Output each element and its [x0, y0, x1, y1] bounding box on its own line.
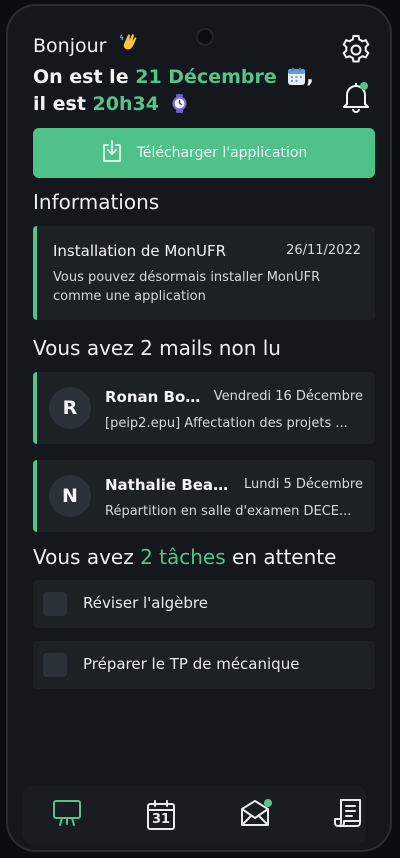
mail-item[interactable]: N Nathalie Beat... Lundi 5 Décembre Répa…: [33, 460, 375, 532]
board-icon: [51, 798, 83, 832]
tasks-title-prefix: Vous avez: [33, 545, 134, 569]
tasks-count: 2 tâches: [140, 545, 226, 569]
mail-date: Lundi 5 Décembre: [243, 477, 363, 492]
mail-sender: Nathalie Beat...: [105, 476, 233, 494]
mail-notification-dot: [264, 799, 272, 807]
task-label: Réviser l'algèbre: [83, 594, 208, 612]
headline-prefix: On est le: [33, 66, 129, 88]
download-app-button[interactable]: Télécharger l'application: [33, 128, 375, 178]
notifications-button[interactable]: [338, 80, 374, 116]
info-card-date: 26/11/2022: [286, 243, 361, 258]
waving-hand-icon: [119, 34, 139, 57]
task-item[interactable]: Préparer le TP de mécanique: [33, 641, 375, 689]
side-button: [390, 164, 392, 234]
nav-item-mail[interactable]: [238, 798, 272, 832]
watch-emoji-icon: [170, 94, 189, 113]
download-icon: [101, 139, 137, 167]
headline-mid: il est: [33, 93, 86, 115]
tasks-title: Vous avez 2 tâches en attente: [33, 545, 336, 569]
info-card-body: Vous pouvez désormais installer MonUFR c…: [53, 270, 321, 304]
info-card-title: Installation de MonUFR: [53, 242, 227, 260]
front-camera: [196, 28, 214, 46]
calendar-icon: 31: [145, 799, 177, 831]
mails-title: Vous avez 2 mails non lu: [33, 336, 281, 360]
mail-item[interactable]: R Ronan Bo... Vendredi 16 Décembre [peip…: [33, 372, 375, 444]
current-date: 21 Décembre: [135, 66, 277, 88]
date-time-headline: On est le 21 Décembre , il est 20h34: [33, 66, 314, 115]
greeting-text: Bonjour: [33, 35, 107, 57]
avatar: R: [49, 387, 91, 429]
bottom-nav: 31: [22, 786, 366, 844]
document-icon: [333, 797, 365, 833]
notification-dot: [360, 82, 368, 90]
avatar: N: [49, 475, 91, 517]
nav-item-calendar[interactable]: 31: [144, 798, 178, 832]
mail-sender: Ronan Bo...: [105, 388, 201, 406]
download-button-label: Télécharger l'application: [136, 145, 308, 161]
mail-subject: Répartition en salle d'examen DECE...: [105, 504, 352, 519]
task-item[interactable]: Réviser l'algèbre: [33, 580, 375, 628]
greeting: Bonjour: [33, 32, 139, 57]
tasks-title-suffix: en attente: [232, 545, 337, 569]
info-card[interactable]: Installation de MonUFR 26/11/2022 Vous p…: [33, 226, 375, 320]
calendar-day: 31: [151, 812, 171, 827]
phone-frame: Bonjour On est le 21 Décembre , il est 2…: [6, 4, 392, 852]
task-label: Préparer le TP de mécanique: [83, 655, 300, 673]
calendar-emoji-icon: [287, 67, 306, 86]
side-button: [390, 314, 392, 374]
app-screen: Bonjour On est le 21 Décembre , il est 2…: [12, 10, 386, 846]
task-checkbox[interactable]: [43, 592, 67, 616]
gear-icon: [339, 33, 373, 71]
nav-item-documents[interactable]: [332, 798, 366, 832]
mail-date: Vendredi 16 Décembre: [213, 389, 363, 404]
mail-subject: [peip2.epu] Affectation des projets ...: [105, 416, 348, 431]
informations-title: Informations: [33, 190, 160, 214]
settings-button[interactable]: [338, 34, 374, 70]
nav-item-dashboard[interactable]: [50, 798, 84, 832]
task-checkbox[interactable]: [43, 653, 67, 677]
current-time: 20h34: [92, 93, 159, 115]
